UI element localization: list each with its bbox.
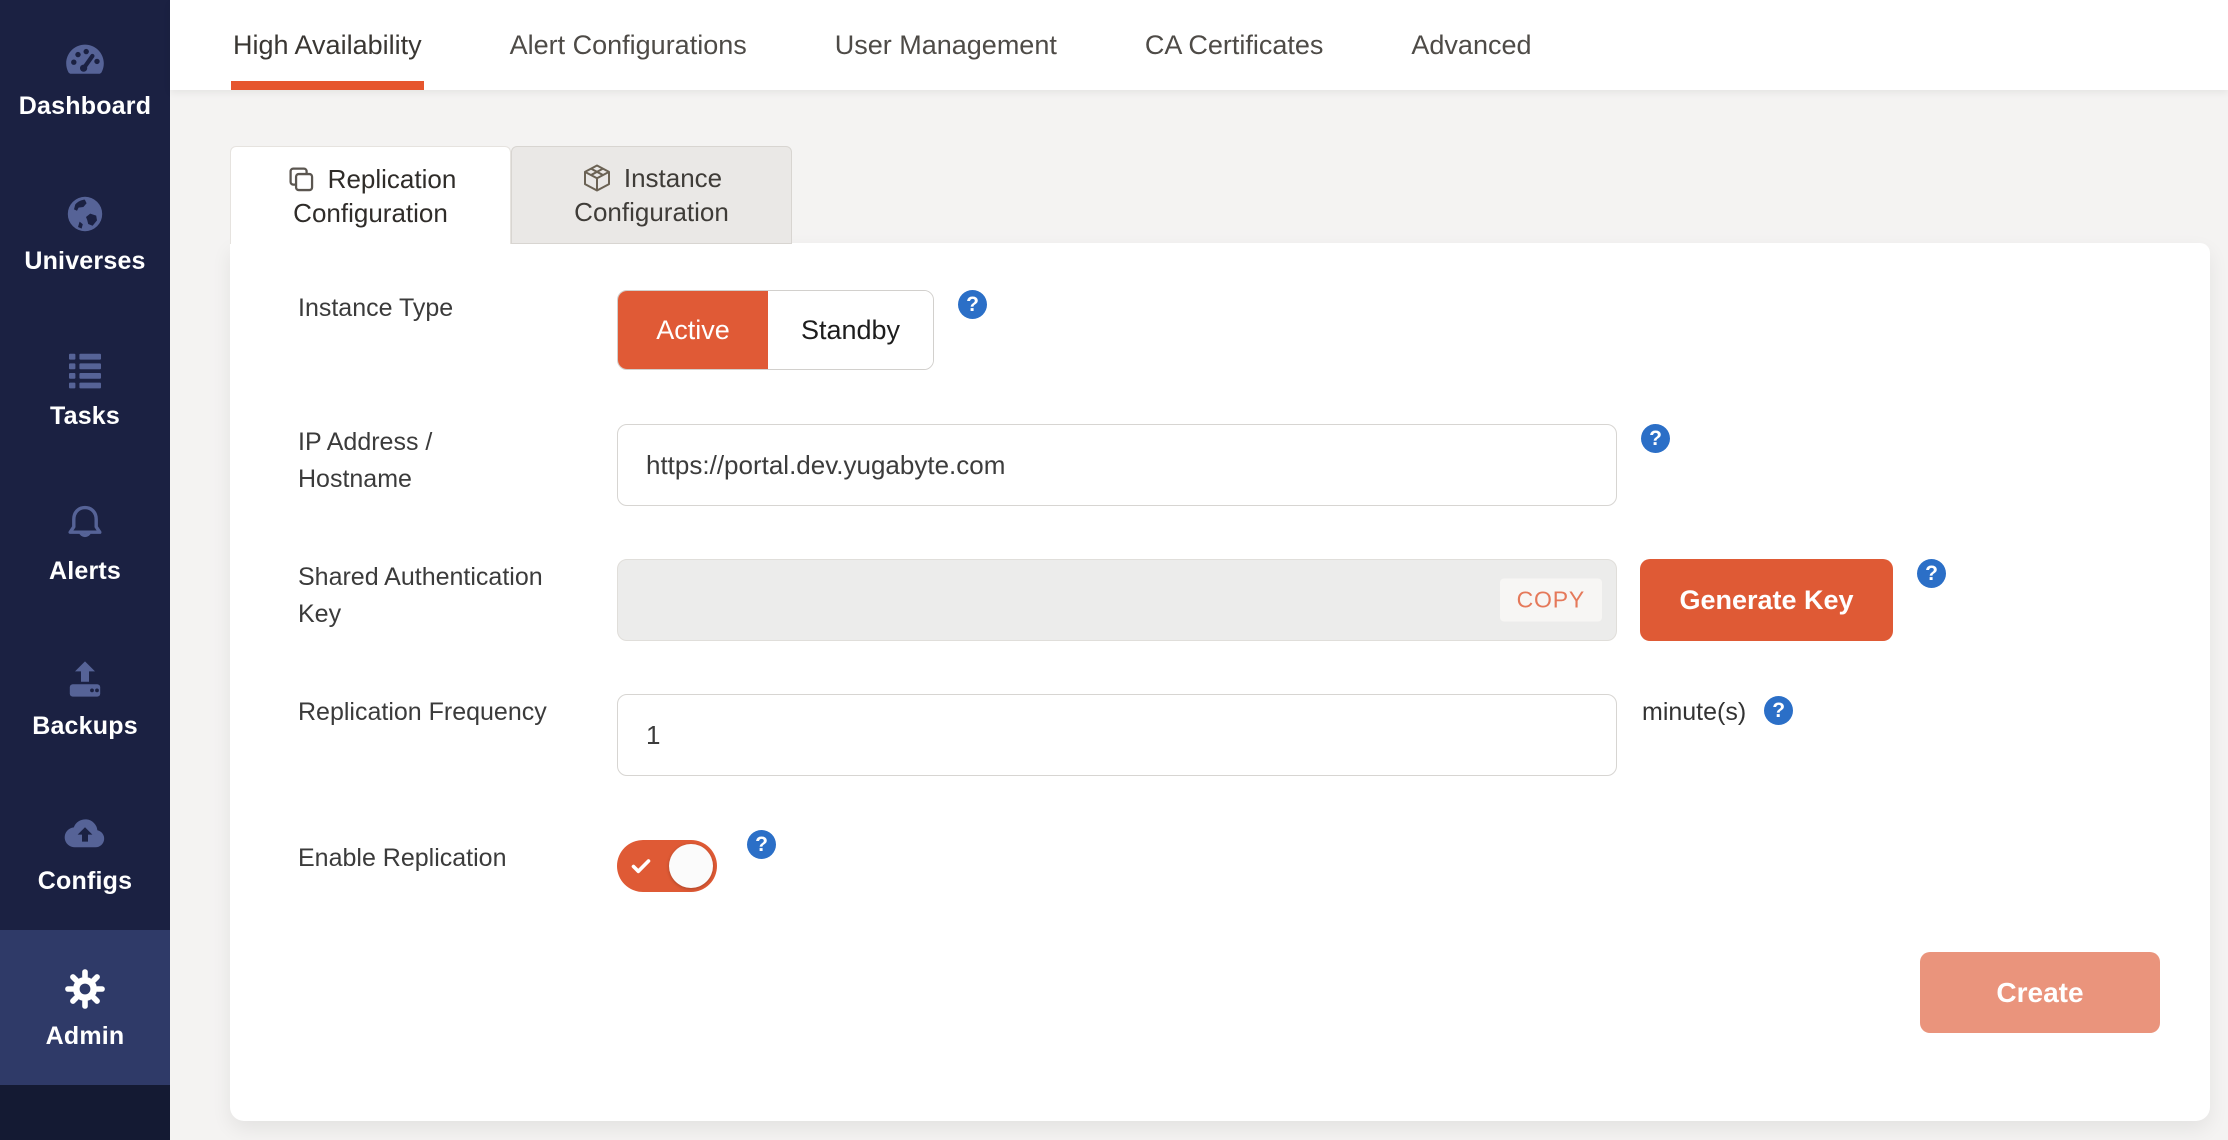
tab-label: User Management [834, 29, 1057, 60]
content-area: Replication Configuration Instance Confi… [170, 90, 2228, 1140]
ip-address-row: IP Address / Hostname ? [298, 424, 2210, 506]
create-button[interactable]: Create [1920, 952, 2160, 1033]
gear-icon [61, 965, 109, 1013]
dashboard-gauge-icon [61, 35, 109, 83]
instance-type-active-button[interactable]: Active [618, 291, 768, 369]
sidebar-item-label: Dashboard [18, 91, 152, 120]
sidebar-item-label: Universes [24, 246, 146, 275]
enable-replication-row: Enable Replication ? [298, 830, 2210, 892]
top-tab-bar: High Availability Alert Configurations U… [170, 0, 2228, 90]
sidebar-footer-area [0, 1085, 170, 1140]
enable-replication-help-icon[interactable]: ? [747, 830, 776, 859]
enable-replication-toggle[interactable] [617, 840, 717, 892]
instance-type-label: Instance Type [298, 294, 454, 322]
replication-configuration-form: Instance Type Active Standby ? IP Addres… [230, 243, 2210, 1121]
sidebar-item-admin[interactable]: Admin [0, 930, 170, 1085]
sub-tab-bar: Replication Configuration Instance Confi… [230, 146, 2228, 244]
segment-label: Standby [800, 314, 901, 345]
copy-button[interactable]: COPY [1499, 578, 1602, 622]
sidebar-item-tasks[interactable]: Tasks [0, 310, 170, 465]
instance-type-help-icon[interactable]: ? [958, 290, 987, 319]
shared-key-label: Shared Authentication Key [298, 563, 543, 628]
bell-icon [61, 500, 109, 548]
ip-address-help-icon[interactable]: ? [1641, 424, 1670, 453]
subtab-instance-configuration[interactable]: Instance Configuration [511, 146, 792, 244]
sidebar-item-backups[interactable]: Backups [0, 620, 170, 775]
task-list-icon [61, 345, 109, 393]
replication-frequency-unit: minute(s) [1642, 698, 1747, 726]
shared-key-help-icon[interactable]: ? [1917, 559, 1946, 588]
shared-key-row: Shared Authentication Key COPY Generate … [298, 559, 2210, 641]
replication-frequency-label: Replication Frequency [298, 698, 547, 726]
replication-frequency-input[interactable] [617, 694, 1617, 776]
ip-address-input[interactable] [617, 424, 1617, 506]
tab-label: High Availability [233, 29, 422, 60]
sidebar-item-alerts[interactable]: Alerts [0, 465, 170, 620]
box-icon [581, 162, 613, 194]
app-window: Dashboard Universes Tasks Alerts Backups… [0, 0, 2228, 1140]
segment-label: Active [656, 314, 730, 345]
tab-label: Advanced [1411, 29, 1532, 60]
instance-type-segmented-control: Active Standby [617, 290, 934, 370]
generate-key-button[interactable]: Generate Key [1640, 559, 1893, 641]
globe-icon [61, 190, 109, 238]
tab-high-availability[interactable]: High Availability [231, 0, 424, 90]
tab-user-management[interactable]: User Management [835, 0, 1057, 90]
cloud-upload-icon [61, 810, 109, 858]
tab-ca-certificates[interactable]: CA Certificates [1145, 0, 1324, 90]
sidebar-item-universes[interactable]: Universes [0, 155, 170, 310]
shared-key-input: COPY [617, 559, 1617, 641]
main-area: High Availability Alert Configurations U… [170, 0, 2228, 1140]
sidebar-item-label: Configs [37, 866, 133, 895]
instance-type-row: Instance Type Active Standby ? [298, 290, 2210, 370]
tab-alert-configurations[interactable]: Alert Configurations [510, 0, 747, 90]
enable-replication-label: Enable Replication [298, 844, 507, 872]
subtab-label: Replication Configuration [293, 163, 457, 228]
sidebar-item-dashboard[interactable]: Dashboard [0, 0, 170, 155]
check-icon [629, 854, 653, 878]
sidebar-item-configs[interactable]: Configs [0, 775, 170, 930]
sidebar-item-label: Tasks [49, 401, 121, 430]
sidebar-item-label: Backups [32, 711, 138, 740]
backup-upload-icon [61, 655, 109, 703]
sidebar-item-label: Admin [45, 1021, 125, 1050]
sidebar-item-label: Alerts [48, 556, 122, 585]
copy-icon [285, 163, 317, 195]
ip-address-label: IP Address / Hostname [298, 428, 433, 493]
instance-type-standby-button[interactable]: Standby [768, 291, 933, 369]
subtab-replication-configuration[interactable]: Replication Configuration [230, 146, 511, 244]
replication-frequency-row: Replication Frequency minute(s) ? [298, 694, 2210, 776]
tab-label: Alert Configurations [509, 29, 747, 60]
tab-advanced[interactable]: Advanced [1411, 0, 1531, 90]
toggle-knob [669, 844, 713, 888]
replication-frequency-help-icon[interactable]: ? [1764, 696, 1794, 725]
sidebar: Dashboard Universes Tasks Alerts Backups… [0, 0, 170, 1140]
tab-label: CA Certificates [1144, 29, 1324, 60]
